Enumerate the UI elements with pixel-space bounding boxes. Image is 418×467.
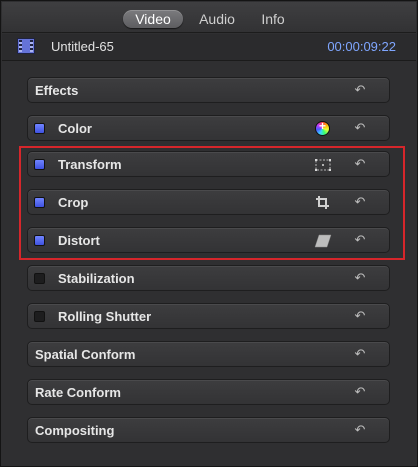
reset-icon[interactable]: ↶ [353, 120, 367, 136]
video-inspector-window: Video Audio Info Untitled-65 00:00:09:22… [0, 0, 418, 467]
section-stabilization[interactable]: Stabilization ↶ [27, 265, 390, 291]
clip-header: Untitled-65 00:00:09:22 [2, 34, 416, 60]
tab-audio[interactable]: Audio [192, 10, 242, 28]
transform-icon[interactable] [314, 157, 332, 173]
section-distort[interactable]: Distort ↶ [27, 227, 390, 253]
reset-icon[interactable]: ↶ [353, 270, 367, 286]
clip-title: Untitled-65 [51, 39, 114, 54]
reset-icon[interactable]: ↶ [353, 82, 367, 98]
enable-checkbox[interactable] [34, 235, 45, 246]
section-spatial-conform[interactable]: Spatial Conform ↶ [27, 341, 390, 367]
section-transform[interactable]: Transform ↶ [27, 151, 390, 177]
section-label: Effects [35, 83, 79, 98]
section-label: Transform [58, 157, 122, 172]
section-label: Compositing [35, 423, 115, 438]
section-label: Crop [58, 195, 89, 210]
header-divider [2, 60, 416, 61]
reset-icon[interactable]: ↶ [353, 346, 367, 362]
section-label: Color [58, 121, 92, 136]
inspector-tab-bar: Video Audio Info [2, 2, 416, 33]
reset-icon[interactable]: ↶ [353, 194, 367, 210]
section-label: Spatial Conform [35, 347, 136, 362]
section-rolling-shutter[interactable]: Rolling Shutter ↶ [27, 303, 390, 329]
enable-checkbox[interactable] [34, 273, 45, 284]
enable-checkbox[interactable] [34, 123, 45, 134]
section-effects[interactable]: Effects ↶ [27, 77, 390, 103]
crop-icon[interactable] [314, 195, 332, 211]
reset-icon[interactable]: ↶ [353, 156, 367, 172]
tab-video[interactable]: Video [123, 10, 183, 28]
clip-timecode: 00:00:09:22 [327, 39, 396, 54]
section-color[interactable]: Color ↶ [27, 115, 390, 141]
reset-icon[interactable]: ↶ [353, 422, 367, 438]
section-rate-conform[interactable]: Rate Conform ↶ [27, 379, 390, 405]
reset-icon[interactable]: ↶ [353, 384, 367, 400]
section-crop[interactable]: Crop ↶ [27, 189, 390, 215]
section-label: Stabilization [58, 271, 135, 286]
section-label: Rate Conform [35, 385, 121, 400]
film-icon [17, 38, 35, 54]
section-compositing[interactable]: Compositing ↶ [27, 417, 390, 443]
reset-icon[interactable]: ↶ [353, 308, 367, 324]
tab-info[interactable]: Info [253, 10, 293, 28]
enable-checkbox[interactable] [34, 197, 45, 208]
distort-icon[interactable] [314, 233, 332, 249]
enable-checkbox[interactable] [34, 311, 45, 322]
reset-icon[interactable]: ↶ [353, 232, 367, 248]
color-board-icon[interactable] [315, 119, 330, 136]
section-label: Distort [58, 233, 100, 248]
enable-checkbox[interactable] [34, 159, 45, 170]
section-label: Rolling Shutter [58, 309, 152, 324]
